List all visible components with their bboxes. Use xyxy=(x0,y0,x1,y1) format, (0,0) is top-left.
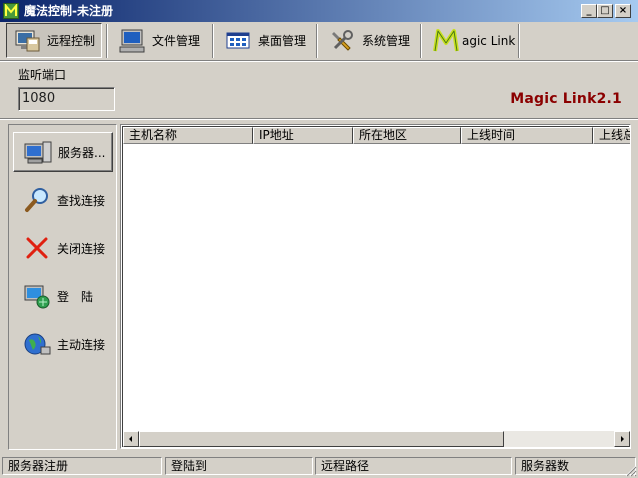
tab-file-management-label: 文件管理 xyxy=(152,34,201,48)
scroll-left-button[interactable] xyxy=(123,431,139,447)
tab-remote-control-label: 远程控制 xyxy=(47,34,96,48)
toolbar: 远程控制 文件管理 桌面管理 系统管理 agic Link xyxy=(0,22,638,60)
close-connection-label: 关闭连接 xyxy=(57,241,106,256)
host-list-header: 主机名称 IP地址 所在地区 上线时间 上线总 xyxy=(123,127,630,144)
tab-magic-link-label: agic Link xyxy=(462,33,516,48)
divider xyxy=(0,60,638,62)
horizontal-scrollbar[interactable] xyxy=(123,431,630,447)
scroll-right-button[interactable] xyxy=(614,431,630,447)
server-button-label: 服务器... xyxy=(58,145,106,160)
active-connect-label: 主动连接 xyxy=(57,337,106,352)
resize-grip-icon[interactable] xyxy=(623,463,637,477)
tab-desktop-management-label: 桌面管理 xyxy=(258,34,307,48)
column-header-hostname[interactable]: 主机名称 xyxy=(123,127,253,144)
tab-system-management[interactable]: 系统管理 xyxy=(322,23,418,58)
tab-magic-link[interactable]: agic Link xyxy=(426,23,518,58)
close-connection-button[interactable]: 关闭连接 xyxy=(13,228,113,268)
red-x-icon xyxy=(26,237,48,259)
main-window: 魔法控制-未注册 _ □ × 远程控制 文件管理 桌面管理 系统管理 agic … xyxy=(0,0,638,478)
magic-m-logo-icon xyxy=(433,28,459,51)
host-list-body: 主机名称 IP地址 所在地区 上线时间 上线总 xyxy=(122,126,630,447)
desktop-window-icon xyxy=(226,32,250,48)
listen-port-label: 监听端口 xyxy=(18,68,67,82)
toolbar-separator xyxy=(518,24,520,58)
status-remote-path: 远程路径 xyxy=(315,457,512,475)
minimize-icon: _ xyxy=(586,5,592,16)
network-computer-icon xyxy=(24,285,50,309)
toolbar-separator xyxy=(420,24,422,58)
column-header-ip[interactable]: IP地址 xyxy=(253,127,353,144)
column-header-online-total[interactable]: 上线总 xyxy=(593,127,630,144)
maximize-button[interactable]: □ xyxy=(597,4,613,18)
remote-control-icon xyxy=(15,30,40,51)
tab-system-management-label: 系统管理 xyxy=(362,34,411,48)
status-bar: 服务器注册 登陆到 远程路径 服务器数 xyxy=(0,455,638,478)
listen-port-value: 1080 xyxy=(22,91,56,106)
find-connection-label: 查找连接 xyxy=(57,193,106,208)
magnifier-icon xyxy=(25,188,48,212)
active-connect-button[interactable]: 主动连接 xyxy=(13,324,113,364)
status-server-registration: 服务器注册 xyxy=(2,457,162,475)
toolbar-separator xyxy=(212,24,214,58)
globe-icon xyxy=(24,333,51,355)
tab-file-management[interactable]: 文件管理 xyxy=(112,23,212,58)
status-logged-in-to: 登陆到 xyxy=(165,457,313,475)
column-header-online-time[interactable]: 上线时间 xyxy=(461,127,593,144)
app-logo-icon xyxy=(3,3,19,19)
computer-icon xyxy=(119,29,145,52)
scrollbar-thumb[interactable] xyxy=(139,431,504,447)
close-button[interactable]: × xyxy=(615,4,631,18)
tab-remote-control[interactable]: 远程控制 xyxy=(6,23,102,58)
column-header-region[interactable]: 所在地区 xyxy=(353,127,461,144)
toolbar-separator xyxy=(106,24,108,58)
action-panel: 服务器... 查找连接 关闭连接 登 陆 主动连接 xyxy=(8,124,117,450)
tab-desktop-management[interactable]: 桌面管理 xyxy=(218,23,314,58)
title-bar[interactable]: 魔法控制-未注册 _ □ × xyxy=(0,0,638,22)
brand-logo-text: Magic Link2.1 xyxy=(510,91,622,107)
server-button[interactable]: 服务器... xyxy=(13,132,113,172)
divider xyxy=(0,118,638,120)
server-computer-icon xyxy=(24,141,52,164)
host-list[interactable]: 主机名称 IP地址 所在地区 上线时间 上线总 xyxy=(120,124,631,449)
toolbar-separator xyxy=(316,24,318,58)
minimize-button[interactable]: _ xyxy=(581,4,597,18)
arrow-right-icon xyxy=(621,436,624,442)
tools-icon xyxy=(332,29,353,51)
window-title: 魔法控制-未注册 xyxy=(24,4,113,18)
maximize-icon: □ xyxy=(600,5,610,16)
listen-port-field[interactable]: 1080 xyxy=(18,87,115,111)
login-button[interactable]: 登 陆 xyxy=(13,276,113,316)
login-label: 登 陆 xyxy=(57,289,94,304)
status-server-count: 服务器数 xyxy=(515,457,636,475)
close-icon: × xyxy=(618,5,628,16)
arrow-left-icon xyxy=(129,436,132,442)
find-connection-button[interactable]: 查找连接 xyxy=(13,180,113,220)
